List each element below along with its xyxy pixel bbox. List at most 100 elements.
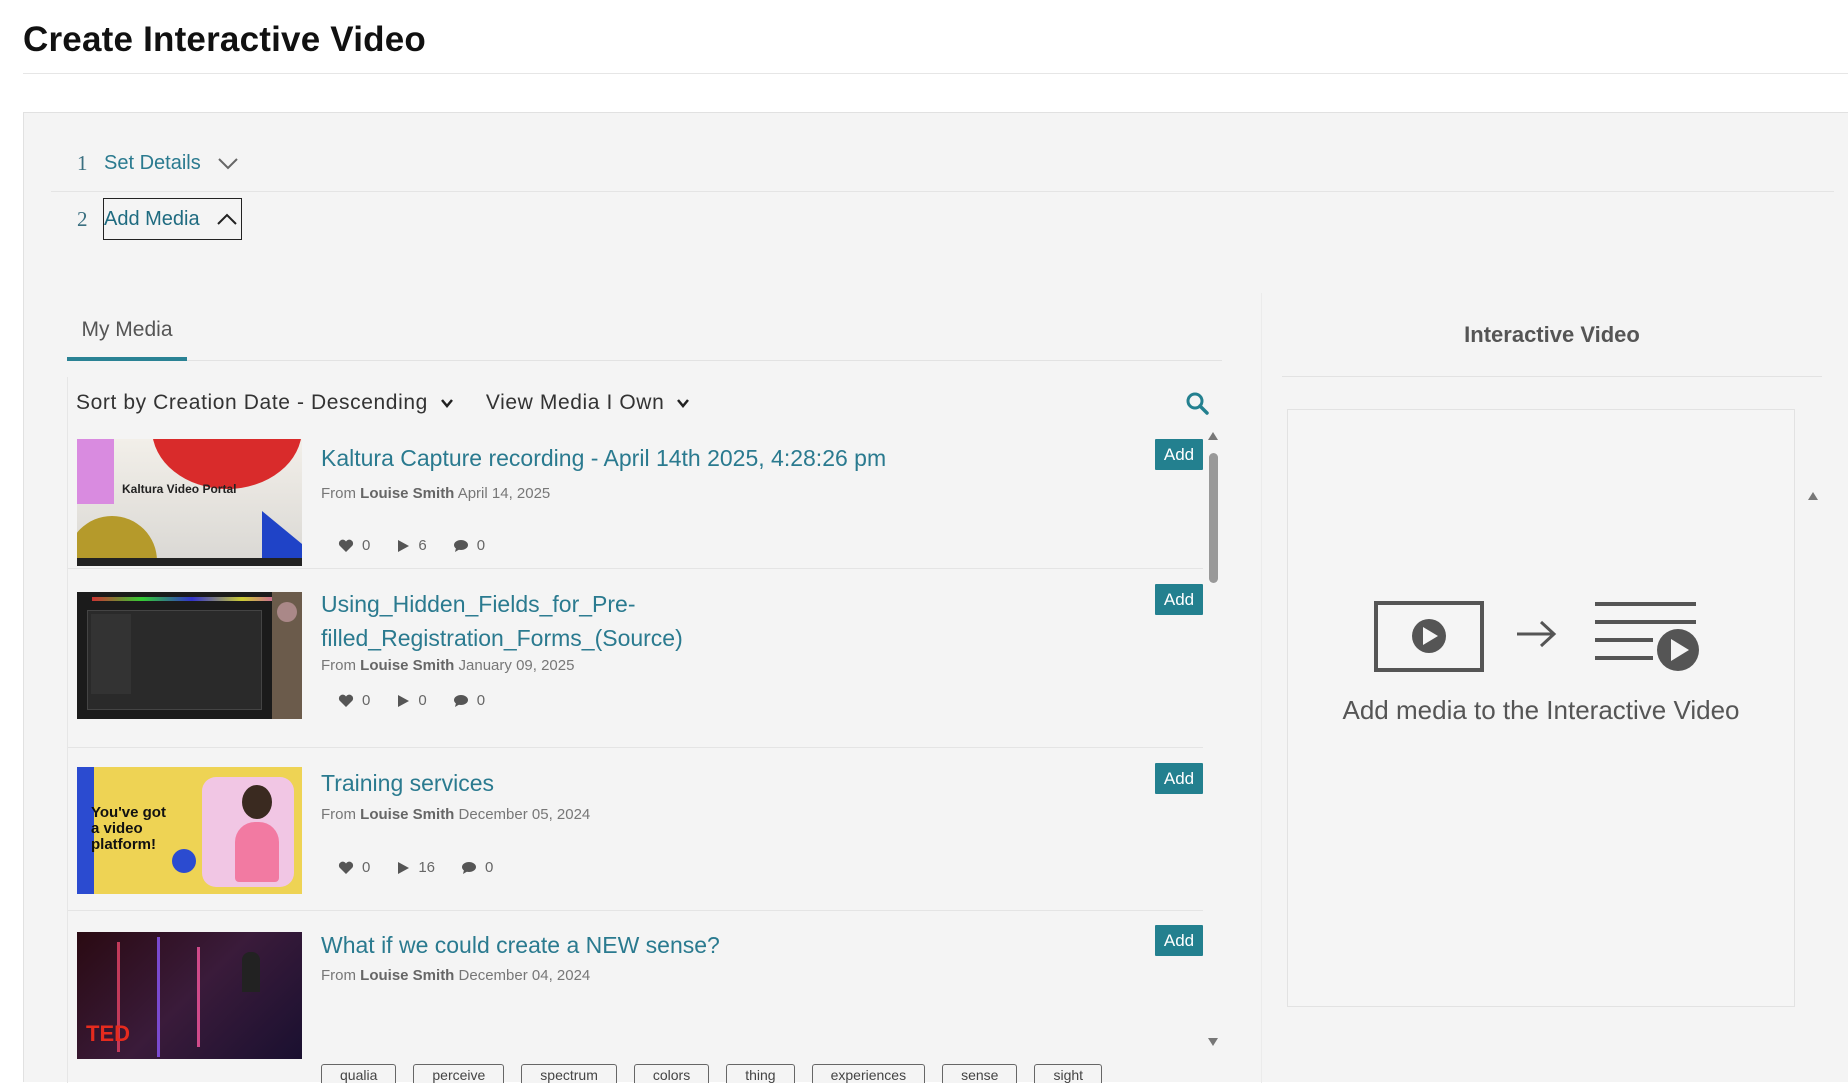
add-button[interactable]: Add xyxy=(1155,763,1203,794)
likes-stat: 0 xyxy=(338,859,370,876)
add-button[interactable]: Add xyxy=(1155,925,1203,956)
tag-list: qualia perceive spectrum colors thing ex… xyxy=(321,1064,1119,1083)
add-media-illustration-icon xyxy=(1374,601,1699,672)
media-thumbnail[interactable]: TED xyxy=(77,932,302,1059)
tab-my-media[interactable]: My Media xyxy=(67,303,187,361)
tag[interactable]: thing xyxy=(726,1064,795,1083)
media-tabs: My Media xyxy=(67,303,1222,361)
media-toolbar: Sort by Creation Date - Descending View … xyxy=(68,377,1223,429)
likes-count: 0 xyxy=(362,537,371,554)
media-meta: From Louise Smith December 05, 2024 xyxy=(321,806,590,823)
media-item: Using_Hidden_Fields_for_Pre- filled_Regi… xyxy=(68,570,1203,748)
media-thumbnail[interactable]: You've got a video platform! xyxy=(77,767,302,894)
comments-stat: 0 xyxy=(453,537,485,554)
scroll-up-arrow-icon[interactable] xyxy=(1207,431,1219,441)
step-label[interactable]: Add Media xyxy=(104,208,200,231)
tag[interactable]: sight xyxy=(1034,1064,1103,1083)
media-meta: From Louise Smith December 04, 2024 xyxy=(321,967,590,984)
media-thumbnail[interactable]: Kaltura Video Portal xyxy=(77,439,302,566)
media-date: December 04, 2024 xyxy=(458,967,591,984)
comment-icon xyxy=(453,539,468,552)
media-meta: From Louise Smith April 14, 2025 xyxy=(321,485,550,502)
plays-count: 6 xyxy=(418,537,427,554)
step-label[interactable]: Set Details xyxy=(104,152,201,175)
thumbnail-caption: You've got a video platform! xyxy=(91,805,166,853)
media-date: January 09, 2025 xyxy=(458,657,575,674)
media-owner: Louise Smith xyxy=(360,485,455,502)
add-media-toggle[interactable]: Add Media xyxy=(103,198,242,240)
interactive-video-drop-zone[interactable]: Add media to the Interactive Video xyxy=(1287,409,1795,1007)
thumbnail-caption: Kaltura Video Portal xyxy=(122,482,237,496)
thumbnail-caption-line: a video xyxy=(91,820,143,837)
thumbnail-caption-line: You've got xyxy=(91,804,166,821)
add-button[interactable]: Add xyxy=(1155,584,1203,615)
comment-icon xyxy=(462,861,477,874)
tag[interactable]: qualia xyxy=(321,1064,397,1083)
view-filter-dropdown[interactable]: View Media I Own xyxy=(486,391,690,415)
media-title[interactable]: Training services xyxy=(321,766,494,800)
thumbnail-caption-line: platform! xyxy=(91,836,156,853)
media-stats: 0 0 0 xyxy=(338,692,511,709)
scroll-up-arrow-icon[interactable] xyxy=(1807,491,1819,501)
comment-icon xyxy=(453,694,468,707)
chevron-down-icon[interactable] xyxy=(217,152,239,174)
scroll-down-arrow-icon[interactable] xyxy=(1207,1037,1219,1047)
tag[interactable]: colors xyxy=(633,1064,710,1083)
media-title[interactable]: Using_Hidden_Fields_for_Pre- filled_Regi… xyxy=(321,587,683,655)
tag[interactable]: experiences xyxy=(811,1064,926,1083)
play-icon xyxy=(398,539,410,552)
caret-down-icon xyxy=(677,399,690,408)
media-thumbnail[interactable] xyxy=(77,592,302,719)
media-list-area: Sort by Creation Date - Descending View … xyxy=(67,377,1222,1083)
media-owner: Louise Smith xyxy=(360,806,455,823)
tag[interactable]: spectrum xyxy=(521,1064,617,1083)
heart-icon xyxy=(338,539,354,552)
sort-label: Sort by Creation Date - Descending xyxy=(76,391,428,414)
ted-logo: TED xyxy=(86,1021,130,1046)
media-owner: Louise Smith xyxy=(360,967,455,984)
tag[interactable]: sense xyxy=(942,1064,1018,1083)
comments-count: 0 xyxy=(476,692,486,709)
step-add-media[interactable]: 2 Add Media xyxy=(74,197,242,241)
page-title: Create Interactive Video xyxy=(23,20,426,59)
meta-from: From xyxy=(321,806,356,823)
add-button[interactable]: Add xyxy=(1155,439,1203,470)
media-owner: Louise Smith xyxy=(360,657,455,674)
media-stats: 0 6 0 xyxy=(338,537,511,554)
chevron-up-icon[interactable] xyxy=(216,208,238,230)
heart-icon xyxy=(338,694,354,707)
plays-stat: 0 xyxy=(396,692,427,709)
comments-count: 0 xyxy=(485,859,494,876)
step-divider xyxy=(51,191,1834,192)
media-title[interactable]: Kaltura Capture recording - April 14th 2… xyxy=(321,441,886,475)
media-meta: From Louise Smith January 09, 2025 xyxy=(321,657,574,674)
search-icon[interactable] xyxy=(1185,391,1209,415)
step-set-details[interactable]: 1 Set Details xyxy=(74,141,239,185)
likes-count: 0 xyxy=(362,859,371,876)
interactive-video-title: Interactive Video xyxy=(1282,293,1822,377)
media-item: You've got a video platform! Training se… xyxy=(68,749,1203,911)
play-icon xyxy=(398,861,410,874)
scrollbar-thumb[interactable] xyxy=(1209,453,1218,583)
media-title-line: Using_Hidden_Fields_for_Pre- xyxy=(321,591,636,617)
plays-count: 16 xyxy=(418,859,436,876)
wizard-panel: 1 Set Details 2 Add Media My Media Sort … xyxy=(23,112,1848,1083)
media-date: April 14, 2025 xyxy=(457,485,551,502)
sort-dropdown[interactable]: Sort by Creation Date - Descending xyxy=(76,391,454,415)
view-label: View Media I Own xyxy=(485,391,665,414)
comments-stat: 0 xyxy=(453,692,485,709)
step-number: 1 xyxy=(77,150,88,175)
drop-zone-message: Add media to the Interactive Video xyxy=(1342,695,1740,725)
media-date: December 05, 2024 xyxy=(458,806,591,823)
media-title-line: filled_Registration_Forms_(Source) xyxy=(321,625,683,651)
media-item: TED What if we could create a NEW sense?… xyxy=(68,912,1203,1083)
media-list: Kaltura Video Portal Kaltura Capture rec… xyxy=(68,429,1203,1083)
media-title[interactable]: What if we could create a NEW sense? xyxy=(321,928,720,962)
likes-stat: 0 xyxy=(338,537,370,554)
meta-from: From xyxy=(321,967,356,984)
interactive-video-panel: Interactive Video Add media to the Inter… xyxy=(1261,293,1822,1083)
media-item: Kaltura Video Portal Kaltura Capture rec… xyxy=(68,429,1203,569)
comments-stat: 0 xyxy=(461,859,493,876)
media-list-scrollbar[interactable] xyxy=(1204,429,1222,1049)
tag[interactable]: perceive xyxy=(413,1064,505,1083)
